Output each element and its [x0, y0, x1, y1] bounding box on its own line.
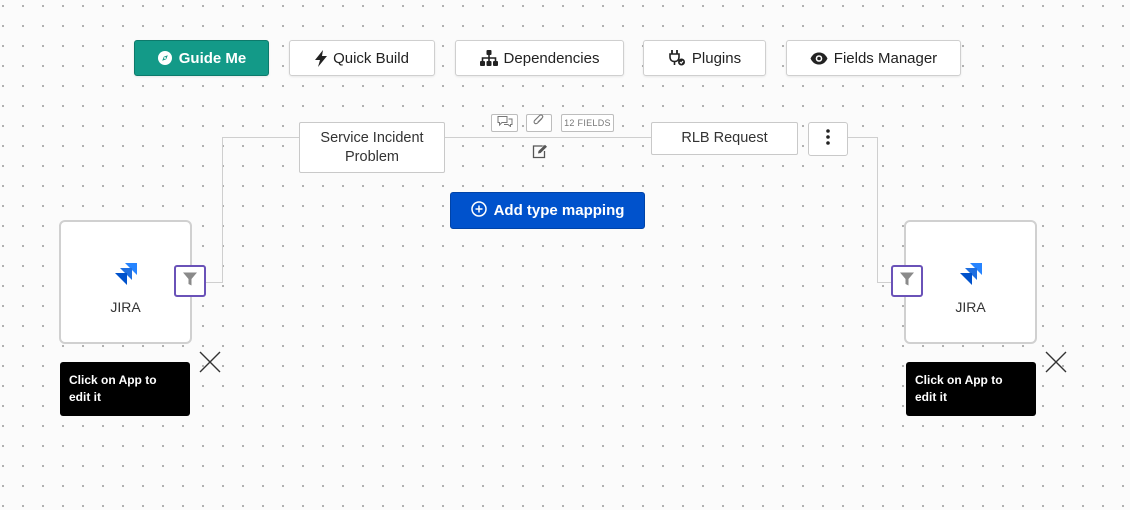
fields-count-badge[interactable]: 12 FIELDS	[561, 114, 614, 132]
connector-middle	[444, 137, 652, 138]
quick-build-label: Quick Build	[333, 49, 409, 67]
connector-right-bottom	[877, 282, 892, 283]
source-issue-type[interactable]: Service Incident Problem	[299, 122, 445, 173]
fields-count-label: 12 FIELDS	[564, 118, 611, 128]
eye-icon	[810, 52, 828, 65]
target-issue-type[interactable]: RLB Request	[651, 122, 798, 155]
guide-me-button[interactable]: Guide Me	[134, 40, 269, 76]
dependencies-button[interactable]: Dependencies	[455, 40, 624, 76]
connector-left-bottom	[205, 282, 223, 283]
close-tooltip-button-left[interactable]	[199, 351, 221, 373]
close-icon	[199, 351, 221, 377]
dependencies-label: Dependencies	[503, 49, 600, 67]
fields-manager-button[interactable]: Fields Manager	[786, 40, 961, 76]
close-tooltip-button-right[interactable]	[1045, 351, 1067, 373]
edit-app-tooltip-left: Click on App to edit it	[60, 362, 190, 416]
source-issue-type-label: Service Incident Problem	[320, 129, 424, 165]
jira-logo-icon	[959, 262, 983, 291]
sitemap-icon	[479, 50, 498, 66]
attachment-button[interactable]	[526, 114, 552, 132]
edit-mapping-button[interactable]	[532, 144, 550, 160]
plugins-button[interactable]: Plugins	[643, 40, 766, 76]
app-name-right: JIRA	[955, 299, 986, 315]
app-name-left: JIRA	[110, 299, 141, 315]
filter-icon	[899, 271, 915, 292]
comments-button[interactable]	[491, 114, 518, 132]
add-type-mapping-button[interactable]: Add type mapping	[450, 192, 645, 229]
connector-left-vertical	[222, 137, 223, 283]
connector-left-top	[222, 137, 299, 138]
connector-right-top	[847, 137, 878, 138]
kebab-menu-icon	[826, 128, 830, 150]
connector-right-vertical	[877, 137, 878, 283]
app-card-right[interactable]: JIRA	[904, 220, 1037, 344]
paperclip-icon	[533, 114, 545, 132]
filter-button-left[interactable]	[174, 265, 206, 297]
filter-button-right[interactable]	[891, 265, 923, 297]
plus-circle-icon	[470, 200, 487, 221]
fields-manager-label: Fields Manager	[833, 49, 938, 67]
close-icon	[1045, 351, 1067, 377]
app-card-left[interactable]: JIRA	[59, 220, 192, 344]
quick-build-button[interactable]: Quick Build	[289, 40, 435, 76]
plugins-label: Plugins	[691, 49, 742, 67]
edit-app-tooltip-right: Click on App to edit it	[906, 362, 1036, 416]
edit-icon	[532, 144, 548, 163]
jira-logo-icon	[114, 262, 138, 291]
plug-icon	[668, 49, 686, 67]
mapping-menu-button[interactable]	[808, 122, 848, 156]
compass-icon	[157, 50, 173, 66]
add-type-mapping-label: Add type mapping	[493, 202, 625, 219]
lightning-icon	[315, 49, 328, 67]
filter-icon	[182, 271, 198, 292]
target-issue-type-label: RLB Request	[681, 130, 768, 146]
comments-icon	[497, 114, 513, 132]
guide-me-label: Guide Me	[178, 49, 247, 67]
